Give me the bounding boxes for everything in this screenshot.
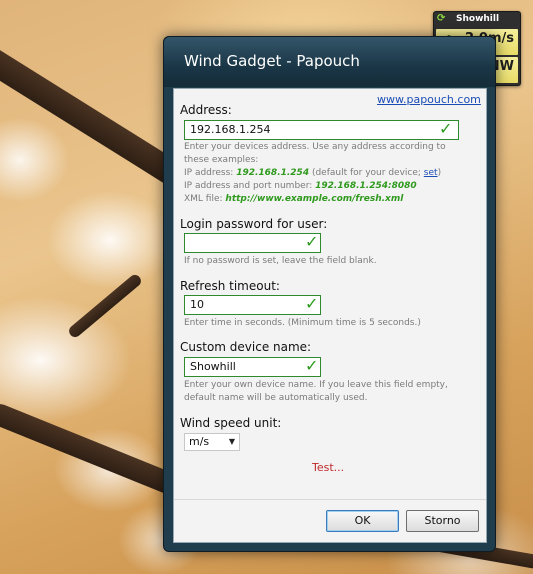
device-name-valid-icon: ✓ [305,356,319,375]
speed-unit-label: Wind speed unit: [180,416,282,430]
chevron-down-icon: ▼ [228,437,235,446]
address-hint-xml: XML file: http://www.example.com/fresh.x… [184,194,404,204]
password-hint: If no password is set, leave the field b… [184,256,377,266]
address-input[interactable]: 192.168.1.254 [184,120,459,140]
address-hint-line1: Enter your devices address. Use any addr… [184,142,446,152]
refresh-timeout-input[interactable]: 10 [184,295,321,315]
background-branch [0,41,191,192]
gadget-device-name: Showhill [456,14,500,24]
refresh-timeout-label: Refresh timeout: [180,279,280,293]
background-branch [66,272,144,340]
dialog-titlebar[interactable]: Wind Gadget - Papouch [164,37,495,87]
refresh-timeout-hint: Enter time in seconds. (Minimum time is … [184,318,421,328]
refresh-icon[interactable]: ⟳ [437,13,448,24]
dialog-content: www.papouch.com Address: 192.168.1.254 ✓… [173,88,487,543]
footer-divider [174,499,486,500]
address-label: Address: [180,103,232,117]
refresh-valid-icon: ✓ [305,294,319,313]
password-input[interactable] [184,233,321,253]
device-name-hint: Enter your own device name. If you leave… [184,380,448,403]
speed-unit-value: m/s [189,435,210,448]
papouch-link[interactable]: www.papouch.com [377,93,481,106]
set-link[interactable]: set [424,168,438,178]
device-name-input[interactable]: Showhill [184,357,321,377]
address-hint-line2: these examples: [184,155,259,165]
settings-dialog: Wind Gadget - Papouch www.papouch.com Ad… [163,36,496,552]
test-link[interactable]: Test... [312,461,344,474]
ok-button[interactable]: OK [326,510,399,532]
speed-unit-select[interactable]: m/s ▼ [184,433,240,451]
dialog-title: Wind Gadget - Papouch [184,52,360,70]
password-valid-icon: ✓ [305,232,319,251]
storno-button[interactable]: Storno [406,510,479,532]
gadget-header: ⟳ Showhill [434,12,520,27]
address-hint-ip: IP address: 192.168.1.254 (default for y… [184,168,442,178]
address-valid-icon: ✓ [439,119,453,138]
address-hint-port: IP address and port number: 192.168.1.25… [184,181,417,191]
address-hint: Enter your devices address. Use any addr… [184,141,484,206]
device-name-label: Custom device name: [180,340,312,354]
password-label: Login password for user: [180,217,328,231]
